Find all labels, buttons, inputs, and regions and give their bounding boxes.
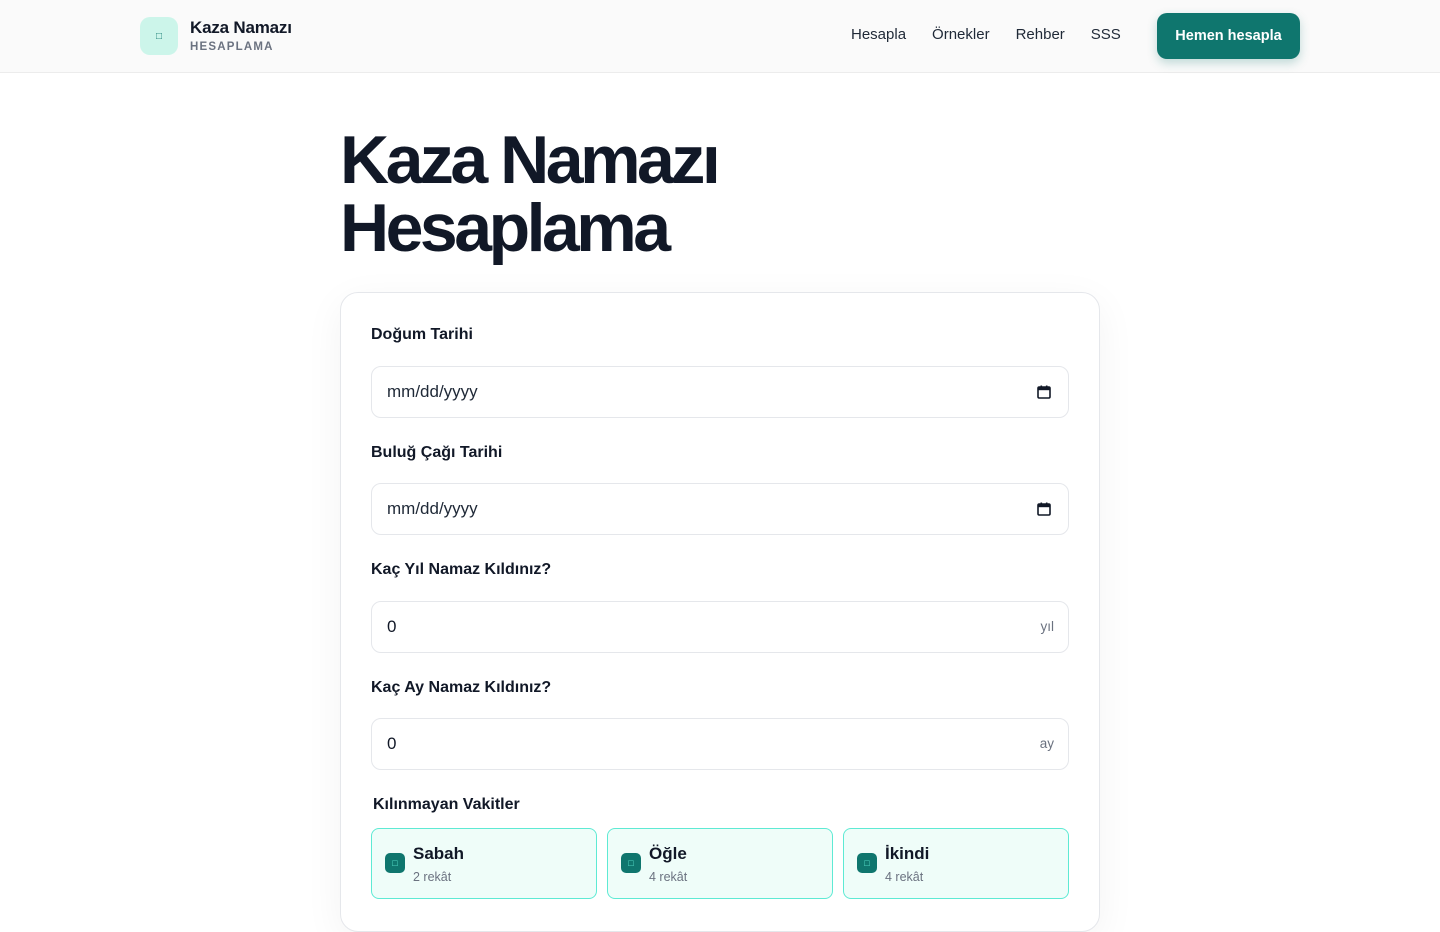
nav-link-rehber[interactable]: Rehber <box>1016 25 1065 45</box>
page-title-line2: Hesaplama <box>340 190 671 266</box>
birth-date-field[interactable] <box>371 366 1069 418</box>
puberty-date-field[interactable] <box>371 483 1069 535</box>
calendar-icon[interactable] <box>1037 385 1051 399</box>
option-name: Öğle <box>649 844 687 863</box>
calendar-icon[interactable] <box>1037 502 1051 516</box>
page-title: Kaza Namazı Hesaplama <box>340 126 1100 262</box>
option-rekat: 2 rekât <box>413 870 452 884</box>
missed-option-ogle[interactable]: □ Öğle 4 rekât <box>607 828 833 899</box>
hemen-hesapla-button[interactable]: Hemen hesapla <box>1157 13 1300 59</box>
months-prayed-label: Kaç Ay Namaz Kıldınız? <box>371 679 552 696</box>
option-name: İkindi <box>885 844 930 863</box>
months-prayed-input[interactable] <box>387 719 987 769</box>
mosque-icon: □ <box>140 17 178 55</box>
years-unit-suffix: yıl <box>1040 619 1055 634</box>
calculator-form-card: Doğum Tarihi Buluğ Çağı Tarihi Kaç Yıl N… <box>340 292 1100 932</box>
option-rekat: 4 rekât <box>885 870 924 884</box>
nav-link-ornekler[interactable]: Örnekler <box>932 25 990 45</box>
checkbox-checked-icon[interactable]: □ <box>857 853 877 873</box>
brand-subtitle: HESAPLAMA <box>190 40 274 53</box>
page-title-line1: Kaza Namazı <box>340 122 721 198</box>
months-prayed-field[interactable]: ay <box>371 718 1069 770</box>
puberty-date-input[interactable] <box>387 484 987 534</box>
brand-logo-link[interactable]: □ Kaza Namazı HESAPLAMA <box>140 17 292 55</box>
brand-text: Kaza Namazı HESAPLAMA <box>190 19 292 54</box>
missed-prayers-label: Kılınmayan Vakitler <box>373 796 520 813</box>
months-unit-suffix: ay <box>1039 736 1054 751</box>
top-navbar: □ Kaza Namazı HESAPLAMA Hesapla Örnekler… <box>0 0 1440 73</box>
checkbox-checked-icon[interactable]: □ <box>621 853 641 873</box>
missed-option-sabah[interactable]: □ Sabah 2 rekât <box>371 828 597 899</box>
nav-link-hesapla[interactable]: Hesapla <box>851 25 906 45</box>
birth-date-input[interactable] <box>387 367 987 417</box>
years-prayed-label: Kaç Yıl Namaz Kıldınız? <box>371 561 552 578</box>
brand-title: Kaza Namazı <box>190 17 292 37</box>
years-prayed-field[interactable]: yıl <box>371 601 1069 653</box>
puberty-date-label: Buluğ Çağı Tarihi <box>371 444 503 461</box>
option-name: Sabah <box>413 844 465 863</box>
birth-date-label: Doğum Tarihi <box>371 326 473 343</box>
checkbox-checked-icon[interactable]: □ <box>385 853 405 873</box>
missed-option-ikindi[interactable]: □ İkindi 4 rekât <box>843 828 1069 899</box>
years-prayed-input[interactable] <box>387 602 987 652</box>
main-nav: Hesapla Örnekler Rehber SSS <box>851 25 1147 45</box>
nav-link-sss[interactable]: SSS <box>1091 25 1121 45</box>
option-rekat: 4 rekât <box>649 870 688 884</box>
